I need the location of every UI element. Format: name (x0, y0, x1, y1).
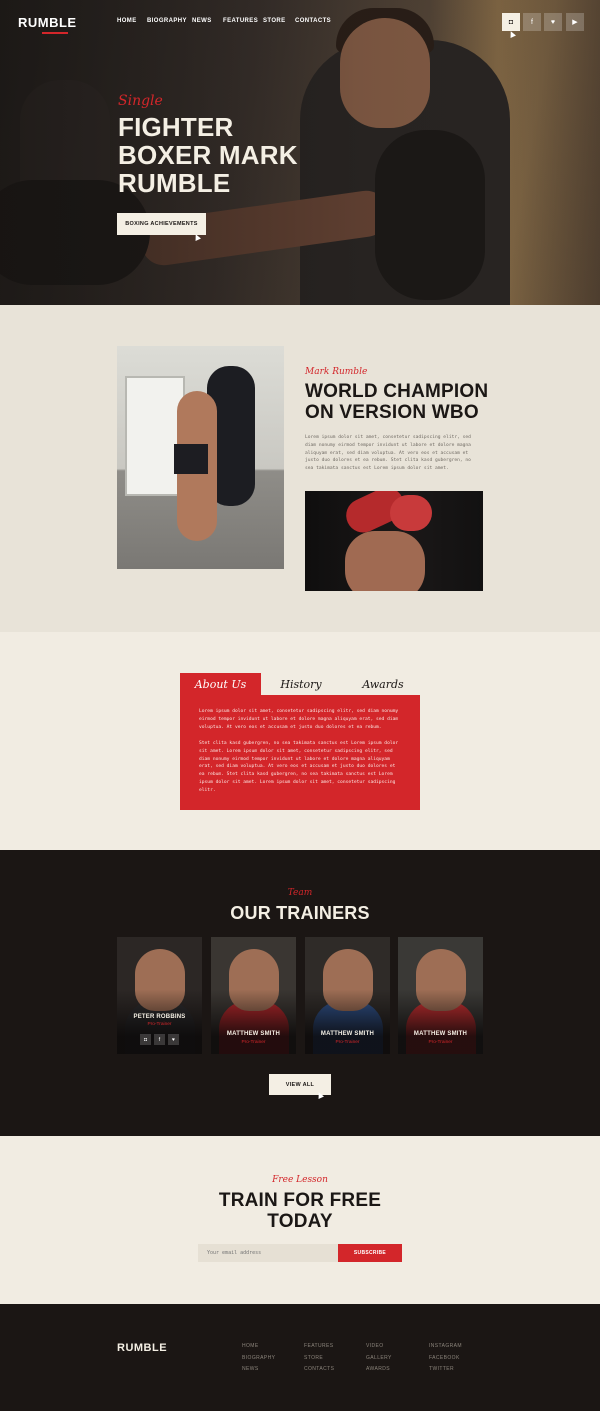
hero-title-line: BOXER MARK (118, 140, 298, 170)
hero-title: FIGHTER BOXER MARK RUMBLE (118, 113, 318, 197)
nav-news[interactable]: NEWS (192, 18, 212, 24)
tab-awards[interactable]: Awards (350, 673, 416, 696)
tab-history[interactable]: History (270, 673, 332, 696)
footer-link-biography[interactable]: BIOGRAPHY (242, 1355, 275, 1361)
free-lesson-title-line: TRAIN FOR FREE (218, 1190, 382, 1211)
logo-text: RUMBLE (18, 15, 77, 30)
footer-link-twitter[interactable]: TWITTER (429, 1366, 454, 1372)
tab-paragraph: Stet clita kasd gubergren, no sea takima… (199, 740, 399, 794)
footer-link-home[interactable]: HOME (242, 1343, 259, 1349)
footer-link-news[interactable]: NEWS (242, 1366, 259, 1372)
boxer-training-photo (117, 346, 284, 569)
trainer-role: Pro-Trainer (241, 1040, 266, 1045)
instagram-icon[interactable]: ◘ (140, 1034, 151, 1045)
champion-script-label: Mark Rumble (305, 367, 368, 377)
nav-home[interactable]: HOME (117, 18, 137, 24)
boxer-torso (345, 531, 425, 591)
trainer-role: Pro-Trainer (428, 1040, 453, 1045)
footer-link-gallery[interactable]: GALLERY (366, 1355, 392, 1361)
boxing-achievements-button[interactable]: BOXING ACHIEVEMENTS (117, 213, 206, 235)
trainer-name: MATTHEW SMITH (226, 1031, 281, 1037)
twitter-icon[interactable]: ♥ (168, 1034, 179, 1045)
footer-link-facebook[interactable]: FACEBOOK (429, 1355, 460, 1361)
free-lesson-title: TRAIN FOR FREE TODAY (0, 1190, 600, 1232)
nav-contacts[interactable]: CONTACTS (295, 18, 331, 24)
boxer-shorts (174, 444, 208, 474)
red-glove (390, 495, 432, 531)
footer-link-video[interactable]: VIDEO (366, 1343, 384, 1349)
free-lesson-title-line: TODAY (267, 1211, 333, 1232)
trainers-title: OUR TRAINERS (230, 903, 370, 923)
trainers-script-label: Team (287, 888, 313, 898)
footer (0, 1304, 600, 1411)
nav-biography[interactable]: BIOGRAPHY (147, 18, 187, 24)
footer-logo[interactable]: RUMBLE (117, 1342, 167, 1354)
champion-description: Lorem ipsum dolor sit amet, consetetur s… (305, 435, 471, 472)
free-lesson-script-label: Free Lesson (272, 1175, 328, 1185)
trainer-card[interactable]: MATTHEW SMITH Pro-Trainer (305, 937, 390, 1054)
footer-link-awards[interactable]: AWARDS (366, 1366, 390, 1372)
hero-title-line: RUMBLE (118, 168, 231, 198)
site-logo[interactable]: RUMBLE (18, 15, 77, 34)
twitter-icon[interactable]: ♥ (544, 13, 562, 31)
nav-store[interactable]: STORE (263, 18, 286, 24)
youtube-icon[interactable]: ▶ (566, 13, 584, 31)
hero-script-label: Single (118, 93, 163, 109)
hero-title-line: FIGHTER (118, 112, 234, 142)
trainer-card[interactable]: PETER ROBBINS Pro-Trainer ◘ f ♥ (117, 937, 202, 1054)
logo-underline (42, 32, 68, 34)
champion-title-line: WORLD CHAMPION (305, 381, 489, 402)
trainer-role: Pro-Trainer (147, 1022, 172, 1027)
tab-paragraph: Lorem ipsum dolor sit amet, consetetur s… (199, 709, 399, 730)
footer-link-instagram[interactable]: INSTAGRAM (429, 1343, 462, 1349)
champion-title: WORLD CHAMPION ON VERSION WBO (305, 381, 495, 423)
trainer-name: MATTHEW SMITH (413, 1031, 468, 1037)
champion-title-line: ON VERSION WBO (305, 402, 479, 423)
email-input[interactable] (198, 1244, 338, 1262)
boxer-gloves-photo (305, 491, 483, 591)
trainer-card[interactable]: MATTHEW SMITH Pro-Trainer (398, 937, 483, 1054)
trainer-name: MATTHEW SMITH (320, 1031, 375, 1037)
tab-about-us[interactable]: About Us (180, 673, 261, 696)
trainer-role: Pro-Trainer (335, 1040, 360, 1045)
facebook-icon[interactable]: f (523, 13, 541, 31)
footer-link-contacts[interactable]: CONTACTS (304, 1366, 334, 1372)
footer-link-features[interactable]: FEATURES (304, 1343, 334, 1349)
trainer-card[interactable]: MATTHEW SMITH Pro-Trainer (211, 937, 296, 1054)
gym-window (125, 376, 185, 496)
footer-link-store[interactable]: STORE (304, 1355, 323, 1361)
instagram-icon[interactable]: ◘ (502, 13, 520, 31)
champion-section (0, 305, 600, 632)
trainer-name: PETER ROBBINS (133, 1014, 186, 1020)
facebook-icon[interactable]: f (154, 1034, 165, 1045)
tab-content-panel: Lorem ipsum dolor sit amet, consetetur s… (180, 695, 420, 810)
subscribe-button[interactable]: SUBSCRIBE (338, 1244, 402, 1262)
nav-features[interactable]: FEATURES (223, 18, 258, 24)
